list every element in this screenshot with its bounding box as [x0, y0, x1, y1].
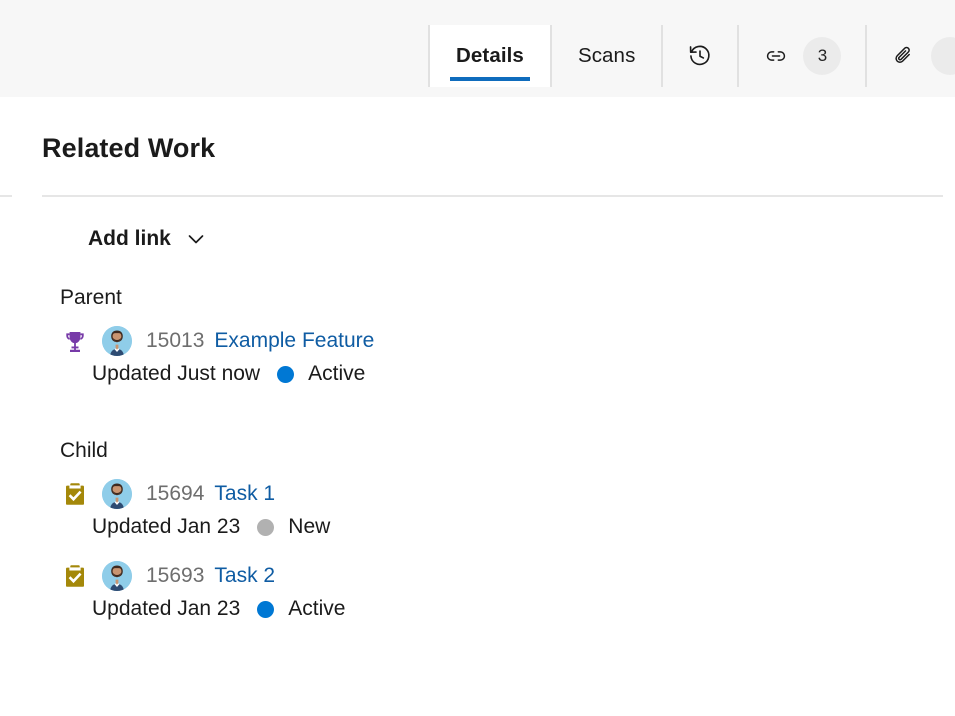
link-group-parent: Parent 15013 Example Feature Updated Jus…	[60, 287, 374, 386]
attachments-count-badge	[931, 37, 955, 75]
status-dot	[257, 518, 275, 536]
status-label: New	[288, 515, 331, 538]
title-divider	[0, 195, 955, 197]
work-item-row[interactable]: 15013 Example Feature	[60, 326, 374, 356]
tab-details[interactable]: Details	[428, 25, 550, 87]
links-count-badge: 3	[803, 37, 842, 75]
related-work-panel: Related Work Add link Parent 15013 Examp…	[0, 97, 955, 716]
work-item-meta: Updated Just now Active	[92, 362, 374, 386]
work-item-link[interactable]: Example Feature	[214, 329, 374, 353]
status-label: Active	[308, 362, 366, 385]
tab-bar: Details Scans 3	[0, 0, 955, 97]
task-clipboard-icon	[60, 479, 90, 509]
work-item-meta: Updated Jan 23 Active	[92, 597, 345, 621]
feature-trophy-icon	[60, 326, 90, 356]
link-group-title: Child	[60, 439, 108, 462]
work-item-link[interactable]: Task 1	[214, 482, 275, 506]
task-clipboard-icon	[60, 561, 90, 591]
avatar	[102, 326, 132, 356]
tab-strip: Details Scans 3	[428, 25, 955, 87]
tab-history[interactable]	[661, 25, 737, 87]
status-label: Active	[288, 597, 346, 620]
page-title: Related Work	[42, 133, 216, 163]
work-item-updated: Updated Jan 23	[92, 597, 241, 620]
paperclip-icon	[891, 43, 917, 69]
tab-links[interactable]: 3	[737, 25, 865, 87]
tab-scans-label: Scans	[577, 44, 636, 67]
divider-line	[42, 195, 943, 197]
tab-selected-indicator	[450, 77, 530, 81]
link-group-child: Child 15694 Task 1 Updated Jan 23 New 15…	[60, 440, 345, 621]
divider-stub	[0, 195, 12, 197]
status-dot	[257, 600, 275, 618]
add-link-button[interactable]: Add link	[88, 227, 207, 251]
tab-scans[interactable]: Scans	[549, 25, 661, 87]
work-item-id: 15693	[146, 564, 205, 587]
tab-attachments[interactable]	[865, 25, 955, 87]
avatar	[102, 479, 132, 509]
avatar	[102, 561, 132, 591]
chevron-down-icon[interactable]	[185, 228, 207, 250]
link-group-title: Parent	[60, 286, 122, 309]
history-icon	[687, 43, 713, 69]
work-item-row[interactable]: 15694 Task 1	[60, 479, 345, 509]
add-link-label: Add link	[88, 227, 171, 250]
status-dot	[277, 365, 295, 383]
link-icon	[763, 43, 789, 69]
tab-details-label: Details	[456, 44, 524, 67]
work-item-id: 15013	[146, 329, 205, 352]
work-item-meta: Updated Jan 23 New	[92, 515, 345, 539]
work-item-updated: Updated Just now	[92, 362, 261, 385]
work-item-link[interactable]: Task 2	[214, 564, 275, 588]
work-item-row[interactable]: 15693 Task 2	[60, 561, 345, 591]
work-item-id: 15694	[146, 482, 205, 505]
work-item-updated: Updated Jan 23	[92, 515, 241, 538]
